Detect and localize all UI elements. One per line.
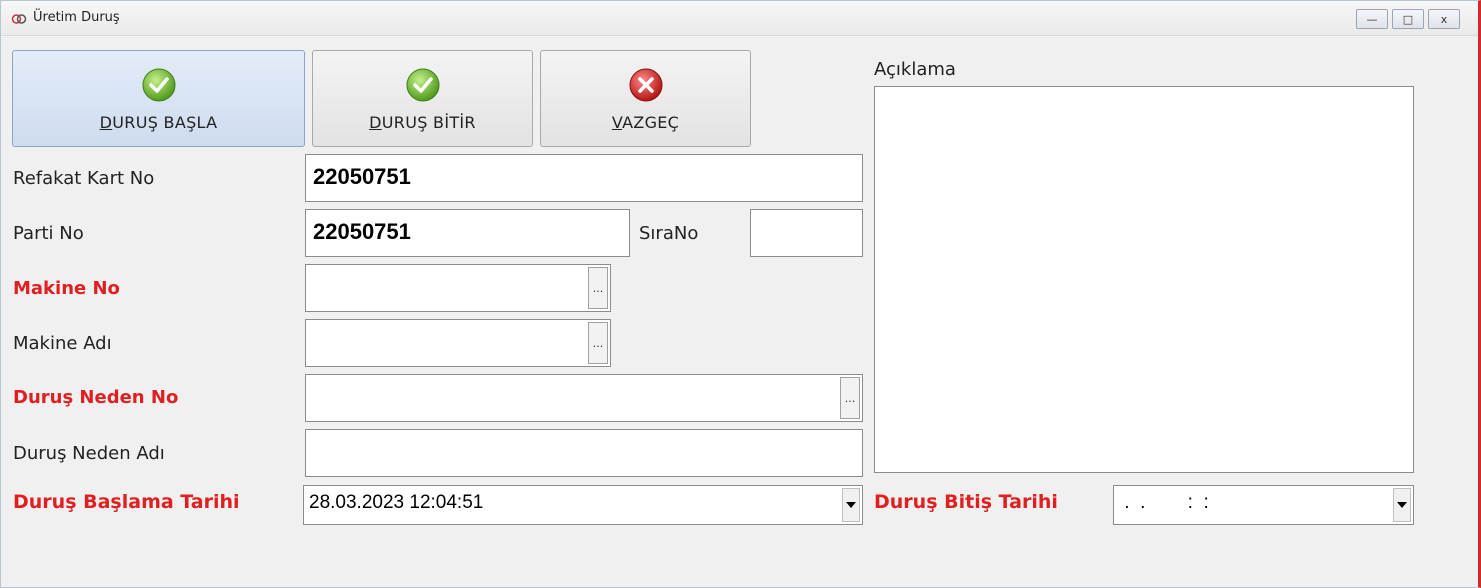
parti-no-input[interactable]: 22050751 bbox=[305, 209, 630, 257]
makine-adi-lookup-button[interactable]: ... bbox=[588, 322, 608, 364]
app-icon bbox=[11, 14, 27, 24]
makine-adi-label: Makine Adı bbox=[13, 333, 112, 354]
aciklama-label: Açıklama bbox=[874, 59, 956, 80]
durus-baslama-tarihi-value: 28.03.2023 12:04:51 bbox=[309, 492, 484, 513]
durus-bitis-tarihi-label: Duruş Bitiş Tarihi bbox=[874, 491, 1058, 513]
durus-bitir-label: DURUŞ BİTİR bbox=[369, 113, 476, 132]
durus-bitis-tarihi-value: . . : : bbox=[1119, 492, 1209, 513]
vazgec-label: VAZGEÇ bbox=[611, 113, 680, 132]
parti-no-label: Parti No bbox=[13, 223, 84, 244]
durus-neden-no-input[interactable]: ... bbox=[305, 374, 863, 422]
sirano-input[interactable] bbox=[750, 209, 863, 257]
window-controls: — □ x bbox=[1356, 9, 1460, 29]
chevron-down-icon bbox=[846, 502, 856, 508]
makine-no-label: Makine No bbox=[13, 278, 120, 299]
parti-no-value: 22050751 bbox=[313, 219, 411, 244]
maximize-button[interactable]: □ bbox=[1392, 9, 1424, 29]
aciklama-textarea[interactable] bbox=[874, 86, 1414, 473]
refakat-kart-no-value: 22050751 bbox=[313, 164, 411, 189]
close-button[interactable]: x bbox=[1428, 9, 1460, 29]
durus-neden-no-lookup-button[interactable]: ... bbox=[840, 377, 860, 419]
durus-basla-button[interactable]: DURUŞ BAŞLA bbox=[12, 50, 305, 147]
minimize-icon: — bbox=[1366, 12, 1378, 26]
durus-bitir-button[interactable]: DURUŞ BİTİR bbox=[312, 50, 533, 147]
window-title: Üretim Duruş bbox=[33, 10, 120, 25]
refakat-kart-no-input[interactable]: 22050751 bbox=[305, 154, 863, 202]
x-circle-icon bbox=[629, 68, 662, 102]
durus-neden-no-label: Duruş Neden No bbox=[13, 387, 179, 408]
vazgec-button[interactable]: VAZGEÇ bbox=[540, 50, 751, 147]
minimize-button[interactable]: — bbox=[1356, 9, 1388, 29]
refakat-kart-no-label: Refakat Kart No bbox=[13, 168, 155, 189]
ellipsis-icon: ... bbox=[844, 391, 856, 405]
durus-neden-adi-input[interactable] bbox=[305, 429, 863, 477]
sirano-label: SıraNo bbox=[639, 223, 699, 244]
durus-baslama-tarihi-picker[interactable]: 28.03.2023 12:04:51 bbox=[303, 485, 863, 525]
durus-neden-adi-label: Duruş Neden Adı bbox=[13, 443, 165, 464]
check-circle-icon bbox=[142, 68, 175, 102]
check-circle-icon bbox=[406, 68, 439, 102]
makine-no-input[interactable]: ... bbox=[305, 264, 611, 312]
durus-basla-label: DURUŞ BAŞLA bbox=[99, 113, 218, 132]
close-icon: x bbox=[1440, 12, 1448, 26]
durus-bitis-tarihi-picker[interactable]: . . : : bbox=[1113, 485, 1414, 525]
makine-no-lookup-button[interactable]: ... bbox=[588, 267, 608, 309]
chevron-down-icon bbox=[1397, 502, 1407, 508]
durus-baslama-tarihi-label: Duruş Başlama Tarihi bbox=[13, 491, 240, 513]
window: Üretim Duruş — □ x DURUŞ BAŞLA DURUŞ BİT… bbox=[0, 0, 1481, 588]
title-bar: Üretim Duruş — □ x bbox=[1, 1, 1478, 36]
maximize-icon: □ bbox=[1402, 12, 1414, 26]
baslama-dropdown-button[interactable] bbox=[842, 488, 860, 522]
ellipsis-icon: ... bbox=[592, 281, 604, 295]
makine-adi-input[interactable]: ... bbox=[305, 319, 611, 367]
ellipsis-icon: ... bbox=[592, 336, 604, 350]
bitis-dropdown-button[interactable] bbox=[1393, 488, 1411, 522]
